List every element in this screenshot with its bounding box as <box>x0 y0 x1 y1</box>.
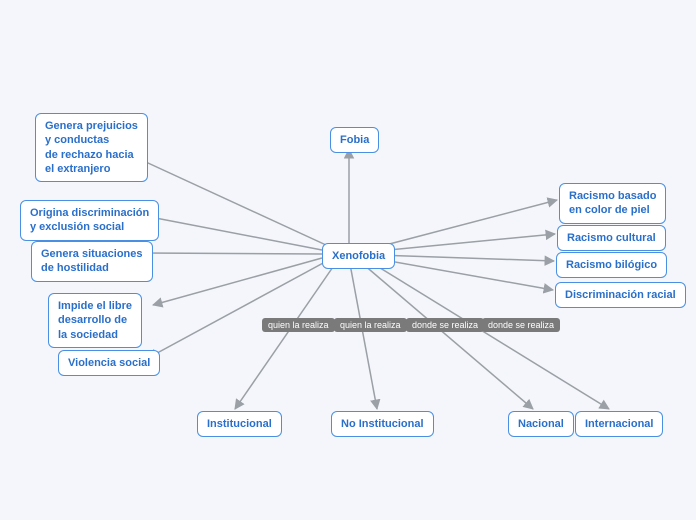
node-discriminacion-racial[interactable]: Discriminación racial <box>555 282 686 308</box>
node-nacional[interactable]: Nacional <box>508 411 574 437</box>
mindmap-canvas: Xenofobia Fobia Genera prejuicios y cond… <box>0 0 696 520</box>
node-violencia[interactable]: Violencia social <box>58 350 160 376</box>
node-racismo-piel[interactable]: Racismo basado en color de piel <box>559 183 666 224</box>
node-internacional[interactable]: Internacional <box>575 411 663 437</box>
node-discriminacion[interactable]: Origina discriminación y exclusión socia… <box>20 200 159 241</box>
edge-label-donde-2: donde se realiza <box>482 318 560 332</box>
edge-label-donde-1: donde se realiza <box>406 318 484 332</box>
node-impide[interactable]: Impide el libre desarrollo de la socieda… <box>48 293 142 348</box>
node-no-institucional[interactable]: No Institucional <box>331 411 434 437</box>
node-hostilidad[interactable]: Genera situaciones de hostilidad <box>31 241 153 282</box>
edge-label-quien-2: quien la realiza <box>334 318 407 332</box>
edge-label-quien-1: quien la realiza <box>262 318 335 332</box>
node-racismo-cultural[interactable]: Racismo cultural <box>557 225 666 251</box>
node-fobia[interactable]: Fobia <box>330 127 379 153</box>
node-center-xenofobia[interactable]: Xenofobia <box>322 243 395 269</box>
node-racismo-bio[interactable]: Racismo bilógico <box>556 252 667 278</box>
node-prejuicios[interactable]: Genera prejuicios y conductas de rechazo… <box>35 113 148 182</box>
node-institucional[interactable]: Institucional <box>197 411 282 437</box>
